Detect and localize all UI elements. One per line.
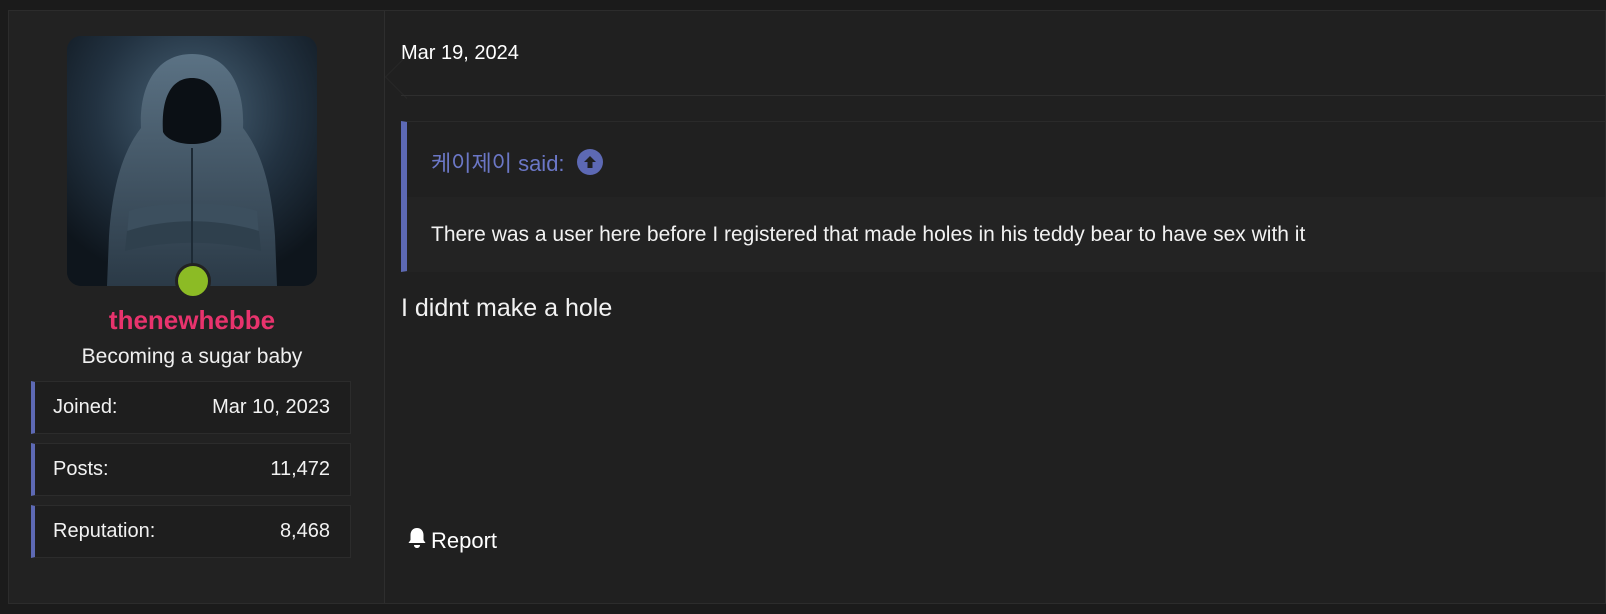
post-message: I didnt make a hole (401, 294, 613, 322)
quote-text: There was a user here before I registere… (407, 197, 1605, 272)
quote-header[interactable]: 케이제이 said: (431, 146, 603, 178)
stat-value: 8,468 (279, 520, 330, 542)
user-title: Becoming a sugar baby (81, 345, 303, 368)
forum-post: thenewhebbe Becoming a sugar baby Joined… (8, 10, 1606, 604)
stat-joined: Joined: Mar 10, 2023 (31, 381, 351, 434)
bell-icon (407, 527, 427, 555)
stat-label: Joined: (53, 396, 118, 418)
user-sidebar: thenewhebbe Becoming a sugar baby Joined… (9, 11, 385, 603)
post-header-divider (401, 95, 1605, 96)
avatar-container[interactable] (67, 36, 317, 299)
quote-author[interactable]: 케이제이 said: (431, 146, 565, 178)
post-date-link[interactable]: Mar 19, 2024 (401, 42, 519, 65)
report-button[interactable]: Report (407, 527, 497, 555)
post-main: Mar 19, 2024 케이제이 said: There was a user… (401, 11, 1605, 603)
stat-posts: Posts: 11,472 (31, 443, 351, 496)
stat-label: Reputation: (53, 520, 156, 542)
quote-block: 케이제이 said: There was a user here before … (401, 121, 1605, 272)
stat-value: Mar 10, 2023 (212, 396, 330, 418)
stat-label: Posts: (53, 458, 109, 480)
stat-value: 11,472 (270, 458, 330, 480)
arrow-up-circle-icon[interactable] (576, 149, 603, 175)
stat-reputation: Reputation: 8,468 (31, 505, 351, 558)
avatar[interactable] (67, 36, 317, 286)
username-link[interactable]: thenewhebbe (9, 305, 375, 336)
online-status-indicator (175, 263, 211, 299)
hooded-figure-avatar (67, 36, 317, 286)
report-label: Report (431, 528, 498, 553)
